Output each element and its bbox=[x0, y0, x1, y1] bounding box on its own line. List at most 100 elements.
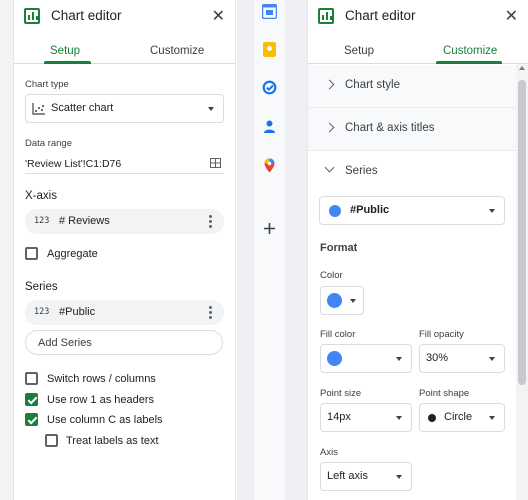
scatter-chart-icon bbox=[32, 103, 45, 115]
chevron-down-icon bbox=[489, 357, 495, 361]
chart-type-select[interactable]: Scatter chart bbox=[25, 94, 224, 123]
color-label: Color bbox=[320, 270, 343, 281]
calendar-icon[interactable] bbox=[262, 4, 277, 19]
aggregate-checkbox[interactable] bbox=[25, 247, 38, 260]
x-axis-heading: X-axis bbox=[25, 190, 57, 202]
maps-icon[interactable] bbox=[262, 158, 277, 173]
color-swatch bbox=[327, 293, 342, 308]
more-options-icon[interactable] bbox=[209, 215, 212, 230]
add-series-button[interactable]: Add Series bbox=[25, 330, 223, 355]
switch-rows-columns-label: Switch rows / columns bbox=[47, 373, 156, 385]
fill-opacity-label: Fill opacity bbox=[419, 329, 464, 340]
fill-color-picker[interactable] bbox=[320, 344, 412, 373]
chevron-down-icon bbox=[208, 107, 214, 111]
switch-rows-columns-checkbox[interactable] bbox=[25, 372, 38, 385]
chart-axis-titles-section[interactable]: Chart & axis titles bbox=[308, 108, 516, 151]
chart-type-label: Chart type bbox=[25, 79, 69, 90]
chevron-down-icon bbox=[324, 162, 335, 173]
more-options-icon[interactable] bbox=[209, 306, 212, 321]
axis-value: Left axis bbox=[327, 470, 368, 482]
chart-style-label: Chart style bbox=[345, 79, 400, 91]
series-field-value: #Public bbox=[59, 306, 96, 318]
color-picker[interactable] bbox=[320, 286, 364, 315]
editor-tabs: Setup Customize bbox=[14, 36, 235, 64]
background-gap bbox=[285, 0, 307, 500]
tab-setup[interactable]: Setup bbox=[50, 45, 80, 57]
chevron-down-icon bbox=[396, 357, 402, 361]
chevron-right-icon bbox=[324, 122, 335, 133]
fill-opacity-value: 30% bbox=[426, 352, 449, 364]
tab-customize[interactable]: Customize bbox=[150, 45, 204, 57]
editor-title: Chart editor bbox=[345, 8, 416, 23]
tasks-icon[interactable] bbox=[262, 80, 277, 95]
tab-customize[interactable]: Customize bbox=[443, 45, 497, 57]
chevron-down-icon bbox=[489, 209, 495, 213]
series-section-header[interactable]: Series bbox=[308, 151, 516, 194]
add-icon[interactable] bbox=[262, 221, 277, 236]
axis-label: Axis bbox=[320, 447, 338, 458]
chart-type-value: Scatter chart bbox=[51, 102, 114, 114]
fill-opacity-select[interactable]: 30% bbox=[419, 344, 505, 373]
add-series-label: Add Series bbox=[38, 337, 92, 349]
use-column-c-labels-checkbox[interactable] bbox=[25, 413, 38, 426]
chart-icon bbox=[24, 8, 40, 24]
series-select[interactable]: #Public bbox=[319, 196, 505, 225]
series-select-value: #Public bbox=[350, 204, 390, 216]
point-size-label: Point size bbox=[320, 388, 362, 399]
x-axis-field-chip[interactable]: 123 # Reviews bbox=[25, 209, 224, 234]
use-column-c-labels-label: Use column C as labels bbox=[47, 414, 163, 426]
chart-icon bbox=[318, 8, 334, 24]
chart-axis-titles-label: Chart & axis titles bbox=[345, 122, 435, 134]
fill-color-swatch bbox=[327, 351, 342, 366]
left-edge-strip bbox=[0, 0, 13, 500]
grid-select-icon[interactable] bbox=[210, 158, 221, 168]
editor-header: Chart editor ✕ bbox=[308, 0, 528, 36]
use-row-1-headers-checkbox[interactable] bbox=[25, 393, 38, 406]
keep-icon[interactable] bbox=[262, 42, 277, 57]
treat-labels-text-checkbox[interactable] bbox=[45, 434, 58, 447]
close-icon[interactable]: ✕ bbox=[212, 6, 225, 26]
active-tab-indicator bbox=[436, 61, 502, 64]
side-panel bbox=[254, 0, 285, 500]
chart-editor-setup-panel: Chart editor ✕ Setup Customize Chart typ… bbox=[13, 0, 236, 500]
chevron-down-icon bbox=[350, 299, 356, 303]
editor-title: Chart editor bbox=[51, 8, 122, 23]
number-icon: 123 bbox=[34, 216, 50, 226]
close-icon[interactable]: ✕ bbox=[505, 6, 518, 26]
format-heading: Format bbox=[320, 242, 358, 254]
background-gap bbox=[237, 0, 254, 500]
active-tab-indicator bbox=[44, 61, 91, 64]
scrollbar-thumb[interactable] bbox=[518, 80, 526, 385]
x-axis-field-value: # Reviews bbox=[59, 215, 110, 227]
series-color-dot bbox=[329, 205, 341, 217]
chevron-down-icon bbox=[396, 416, 402, 420]
number-icon: 123 bbox=[34, 307, 50, 317]
chart-editor-customize-panel: Chart editor ✕ Setup Customize Chart sty… bbox=[307, 0, 528, 500]
scroll-up-arrow-icon[interactable] bbox=[519, 66, 525, 70]
point-size-select[interactable]: 14px bbox=[320, 403, 412, 432]
editor-tabs: Setup Customize bbox=[308, 36, 528, 64]
fill-color-label: Fill color bbox=[320, 329, 356, 340]
aggregate-label: Aggregate bbox=[47, 248, 98, 260]
chevron-down-icon bbox=[396, 475, 402, 479]
series-section-label: Series bbox=[345, 165, 378, 177]
axis-select[interactable]: Left axis bbox=[320, 462, 412, 491]
chevron-right-icon bbox=[324, 79, 335, 90]
tab-setup[interactable]: Setup bbox=[344, 45, 374, 57]
treat-labels-text-label: Treat labels as text bbox=[66, 435, 159, 447]
contacts-icon[interactable] bbox=[262, 119, 277, 134]
circle-shape-icon bbox=[428, 414, 436, 422]
editor-header: Chart editor ✕ bbox=[14, 0, 235, 36]
data-range-label: Data range bbox=[25, 138, 73, 149]
data-range-value: 'Review List'!C1:D76 bbox=[25, 158, 122, 170]
point-shape-value: Circle bbox=[444, 411, 473, 423]
chart-style-section[interactable]: Chart style bbox=[308, 65, 516, 108]
series-heading: Series bbox=[25, 281, 58, 293]
data-range-field[interactable]: 'Review List'!C1:D76 bbox=[25, 152, 224, 174]
chevron-down-icon bbox=[489, 416, 495, 420]
point-shape-label: Point shape bbox=[419, 388, 470, 399]
point-size-value: 14px bbox=[327, 411, 351, 423]
use-row-1-headers-label: Use row 1 as headers bbox=[47, 394, 154, 406]
point-shape-select[interactable]: Circle bbox=[419, 403, 505, 432]
series-field-chip[interactable]: 123 #Public bbox=[25, 300, 224, 325]
